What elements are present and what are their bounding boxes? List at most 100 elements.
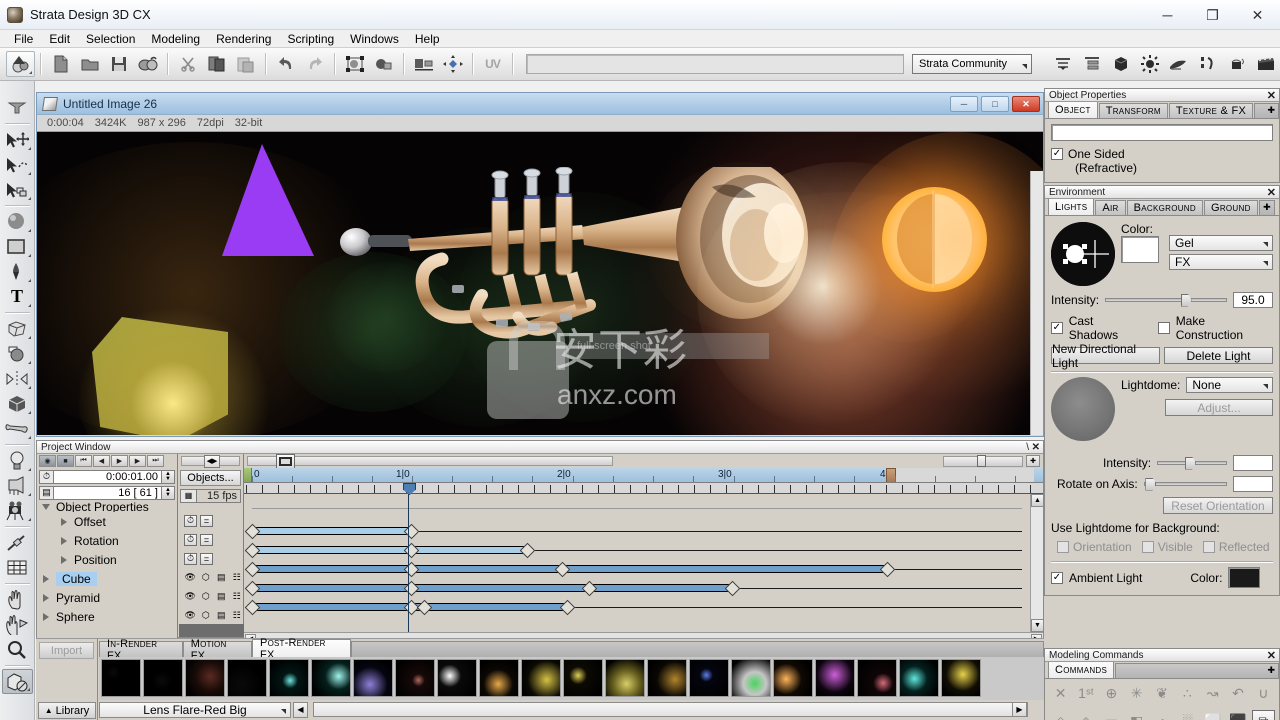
texture-icon[interactable]: ☷ bbox=[231, 610, 244, 622]
scatter-icon[interactable]: ✳ bbox=[1125, 682, 1148, 704]
mid-slider-knob[interactable]: ◀▶ bbox=[204, 455, 220, 468]
equals-icon[interactable]: = bbox=[200, 515, 213, 527]
first-point-icon[interactable]: 1ˢᵗ bbox=[1074, 682, 1097, 704]
tab-object[interactable]: Object bbox=[1048, 101, 1098, 118]
tree-item-object-properties[interactable]: Object Properties bbox=[37, 501, 177, 512]
tree-item-pyramid[interactable]: Pyramid bbox=[37, 588, 177, 607]
extrude-tool[interactable] bbox=[2, 316, 33, 341]
mid-slider[interactable]: ◀▶ bbox=[181, 456, 240, 466]
fx-horizontal-scrollbar[interactable]: ▶ bbox=[313, 702, 1028, 717]
tab-lights[interactable]: Lights bbox=[1048, 198, 1094, 215]
commands-tabs-overflow[interactable]: ✚ bbox=[1115, 663, 1279, 678]
tree-item-rotation[interactable]: Rotation bbox=[37, 531, 177, 550]
track-bar-cube[interactable] bbox=[252, 584, 732, 592]
track-bar-offset[interactable] bbox=[252, 527, 412, 535]
shade-icon[interactable]: ⬡ bbox=[200, 591, 213, 603]
step-back-button[interactable]: ◀ bbox=[93, 455, 110, 467]
texture-icon[interactable]: ☷ bbox=[231, 572, 244, 584]
env-tabs-overflow[interactable]: ✚ bbox=[1259, 200, 1275, 215]
equals-icon[interactable]: = bbox=[200, 553, 213, 565]
close-icon[interactable]: ✕ bbox=[1267, 89, 1276, 102]
track-bar-rotation[interactable] bbox=[252, 546, 527, 554]
timecode-value[interactable]: 0:00:01.00 bbox=[54, 470, 162, 484]
flare-violet-dot[interactable] bbox=[353, 659, 393, 697]
close-icon[interactable]: ✕ bbox=[1267, 186, 1276, 199]
record-button[interactable]: ◉ bbox=[39, 455, 56, 467]
timecode-stepper[interactable]: ▲▼ bbox=[162, 470, 175, 484]
stopwatch-icon[interactable]: ⏱ bbox=[184, 553, 197, 565]
tab-commands[interactable]: Commands bbox=[1048, 661, 1114, 678]
tabs-overflow[interactable]: ✚ bbox=[1254, 103, 1279, 118]
document-close-button[interactable]: ✕ bbox=[1012, 96, 1040, 112]
flare-amber-dot[interactable] bbox=[479, 659, 519, 697]
uv-button[interactable]: UV bbox=[478, 51, 507, 77]
disclosure-triangle-icon[interactable] bbox=[61, 537, 67, 545]
link-button[interactable] bbox=[133, 51, 162, 77]
open-folder-button[interactable] bbox=[75, 51, 104, 77]
tab-transform[interactable]: Transform bbox=[1099, 103, 1168, 118]
flare-olive-big[interactable] bbox=[605, 659, 645, 697]
group-select-tool[interactable] bbox=[2, 177, 33, 202]
keyframe-tracks[interactable]: ▲ ▼ bbox=[244, 494, 1043, 632]
axis-tool-icon[interactable]: ✕ bbox=[1049, 682, 1072, 704]
timeline-ruler[interactable]: 0 1|0 2|0 3|0 4 bbox=[244, 468, 1043, 483]
tab-in-render-fx[interactable]: In-Render FX bbox=[99, 641, 183, 657]
rotate-axis-value[interactable] bbox=[1233, 476, 1273, 492]
fx-dropdown[interactable]: FX bbox=[1169, 254, 1273, 270]
selected-fx-dropdown[interactable]: Lens Flare-Red Big bbox=[99, 702, 291, 718]
mirror-icon[interactable]: ◧ bbox=[1125, 710, 1148, 720]
copy-button[interactable] bbox=[202, 51, 231, 77]
object-name-input[interactable] bbox=[1051, 124, 1273, 141]
rotate-axis-slider[interactable] bbox=[1144, 477, 1227, 491]
mesh-icon[interactable]: ◈ bbox=[1074, 710, 1097, 720]
library-button[interactable]: ▲ Library bbox=[38, 702, 96, 719]
menu-item-rendering[interactable]: Rendering bbox=[208, 31, 279, 47]
camera-tool[interactable] bbox=[2, 498, 33, 523]
render-icon[interactable] bbox=[1164, 51, 1193, 77]
tab-ground[interactable]: Ground bbox=[1204, 200, 1258, 215]
frame-stepper[interactable]: ▲▼ bbox=[162, 486, 175, 500]
clapperboard-icon[interactable] bbox=[1251, 51, 1280, 77]
list-view-icon[interactable] bbox=[1077, 51, 1106, 77]
visible-checkbox[interactable] bbox=[1142, 541, 1154, 553]
light-intensity-value[interactable]: 95.0 bbox=[1233, 292, 1273, 308]
disclosure-triangle-icon[interactable] bbox=[42, 504, 50, 510]
eye-icon[interactable]: 👁 bbox=[184, 610, 197, 622]
flare-black-2[interactable] bbox=[143, 659, 183, 697]
sphere-primitive-tool[interactable] bbox=[2, 209, 33, 234]
undo-button[interactable] bbox=[271, 51, 300, 77]
fx-orange-streak[interactable] bbox=[773, 659, 813, 697]
render-icon[interactable]: ▤ bbox=[215, 572, 228, 584]
boolean-tool[interactable] bbox=[2, 341, 33, 366]
paste-button[interactable] bbox=[231, 51, 260, 77]
pen-tool[interactable] bbox=[2, 259, 33, 284]
tab-texture-fx[interactable]: Texture & FX bbox=[1169, 103, 1253, 118]
animate-icon[interactable] bbox=[1193, 51, 1222, 77]
fx-gold-sparkle[interactable] bbox=[941, 659, 981, 697]
flare-yellow-small[interactable] bbox=[521, 659, 561, 697]
metaball-icon[interactable]: ❦ bbox=[1150, 682, 1173, 704]
menu-item-selection[interactable]: Selection bbox=[78, 31, 143, 47]
stop-button[interactable]: ■ bbox=[57, 455, 74, 467]
light-direction-preview[interactable] bbox=[1051, 222, 1115, 286]
eye-icon[interactable]: 👁 bbox=[184, 591, 197, 603]
align-button[interactable] bbox=[409, 51, 438, 77]
frame-counter-value[interactable]: 16 [ 61 ] bbox=[54, 486, 162, 500]
select-bounds-button[interactable] bbox=[340, 51, 369, 77]
make-construction-checkbox[interactable] bbox=[1158, 322, 1170, 334]
add-tab-icon[interactable]: ✚ bbox=[1267, 665, 1275, 676]
wire-cube-icon[interactable]: ⬜ bbox=[1201, 710, 1224, 720]
reflected-checkbox[interactable] bbox=[1203, 541, 1215, 553]
disclosure-triangle-icon[interactable] bbox=[61, 556, 67, 564]
mirror-tool[interactable] bbox=[2, 366, 33, 391]
flare-cyan-small[interactable] bbox=[269, 659, 309, 697]
new-document-button[interactable] bbox=[46, 51, 75, 77]
light-settings-icon[interactable] bbox=[1135, 51, 1164, 77]
align-left-icon[interactable] bbox=[1048, 51, 1077, 77]
import-button[interactable]: Import bbox=[39, 642, 94, 659]
project-window-minimize[interactable]: \ bbox=[1026, 442, 1029, 453]
flare-white-dot[interactable] bbox=[437, 659, 477, 697]
add-tab-icon[interactable]: ✚ bbox=[1267, 105, 1275, 116]
menu-item-help[interactable]: Help bbox=[407, 31, 448, 47]
tree-item-position[interactable]: Position bbox=[37, 550, 177, 569]
